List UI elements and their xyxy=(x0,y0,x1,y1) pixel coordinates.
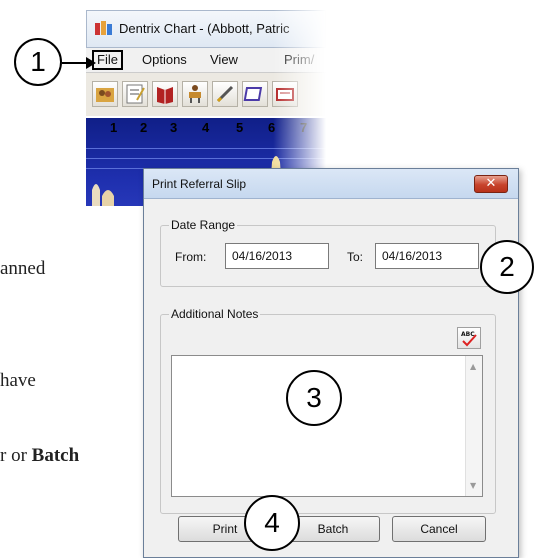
tooth-number: 4 xyxy=(202,120,210,135)
doc-text-line-3: r or Batch xyxy=(0,445,80,466)
notes-icon[interactable] xyxy=(122,81,148,107)
callout-1: 1 xyxy=(14,38,62,86)
card-icon[interactable] xyxy=(272,81,298,107)
additional-notes-legend: Additional Notes xyxy=(169,307,261,321)
chair-icon[interactable] xyxy=(182,81,208,107)
dentrix-app-icon xyxy=(95,21,112,35)
close-button[interactable]: ✕ xyxy=(474,175,508,193)
tooth-number: 5 xyxy=(236,120,244,135)
doc-text-line-1: anned xyxy=(0,258,46,279)
tooth-number: 1 xyxy=(110,120,118,135)
callout-4: 4 xyxy=(244,495,300,551)
box-icon[interactable] xyxy=(242,81,268,107)
dialog-titlebar[interactable]: Print Referral Slip ✕ xyxy=(144,169,518,199)
chart-titlebar: Dentrix Chart - (Abbott, Patric xyxy=(86,10,326,48)
notes-scrollbar[interactable]: ▲ ▼ xyxy=(465,356,482,496)
callout-3: 3 xyxy=(286,370,342,426)
from-date-input[interactable] xyxy=(225,243,329,269)
chart-menu-bar: File Options View Prim/ xyxy=(86,48,326,72)
date-range-legend: Date Range xyxy=(169,218,238,232)
tooth-number: 7 xyxy=(300,120,308,135)
menu-prim[interactable]: Prim/ xyxy=(284,52,314,67)
print-referral-slip-dialog: Print Referral Slip ✕ Date Range From: T… xyxy=(143,168,519,558)
dialog-title: Print Referral Slip xyxy=(152,177,247,191)
menu-file[interactable]: File xyxy=(92,50,123,70)
tooth-number: 3 xyxy=(170,120,178,135)
batch-button[interactable]: Batch xyxy=(286,516,380,542)
close-icon: ✕ xyxy=(485,176,497,191)
scroll-down-icon[interactable]: ▼ xyxy=(470,481,476,490)
scroll-up-icon[interactable]: ▲ xyxy=(470,362,476,371)
family-file-icon[interactable] xyxy=(92,81,118,107)
to-date-input[interactable] xyxy=(375,243,479,269)
tooth-number: 2 xyxy=(140,120,148,135)
doc-bold-batch: Batch xyxy=(31,445,80,466)
tooth-number: 6 xyxy=(268,120,276,135)
book-icon[interactable] xyxy=(152,81,178,107)
chart-title-text: Dentrix Chart - (Abbott, Patric xyxy=(119,21,290,36)
from-label: From: xyxy=(175,250,207,264)
date-range-group: Date Range From: To: xyxy=(160,218,496,287)
menu-view[interactable]: View xyxy=(210,52,238,67)
cancel-button[interactable]: Cancel xyxy=(392,516,486,542)
spell-check-button[interactable]: ABC xyxy=(457,327,481,349)
spell-check-icon: ABC xyxy=(461,331,477,347)
doc-text-line-2: have xyxy=(0,370,36,391)
callout-1-arrow xyxy=(62,57,96,69)
callout-2: 2 xyxy=(480,240,534,294)
pen-icon[interactable] xyxy=(212,81,238,107)
menu-options[interactable]: Options xyxy=(142,52,187,67)
to-label: To: xyxy=(347,250,364,264)
chart-toolbar xyxy=(86,72,326,116)
